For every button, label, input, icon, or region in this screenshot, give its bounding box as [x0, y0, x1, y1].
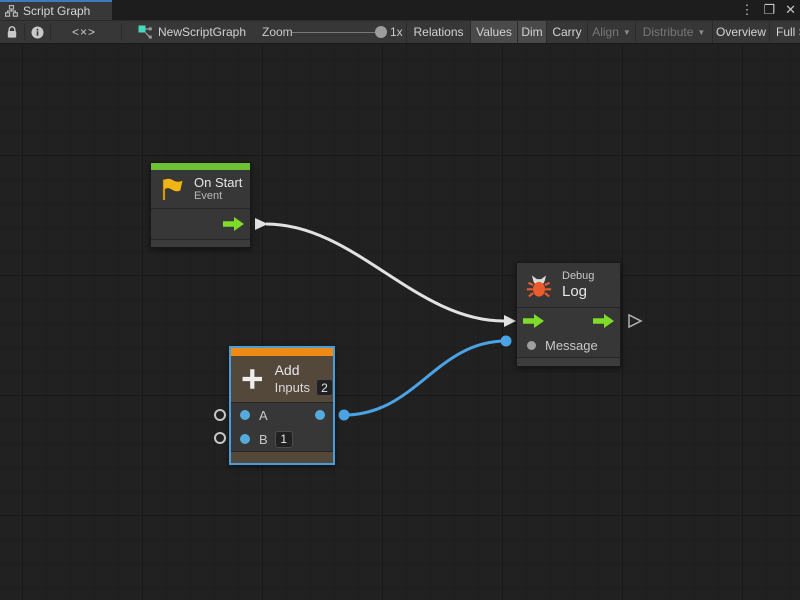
toolbar-button-overview[interactable]: Overview — [712, 21, 769, 43]
flag-icon — [159, 177, 185, 202]
node-title: On Start — [194, 175, 242, 190]
toolbar-button-distribute[interactable]: Distribute ▼ — [635, 21, 712, 43]
event-color-bar — [151, 163, 250, 170]
node-footer — [517, 357, 620, 366]
graph-canvas[interactable]: On Start Event Debug Log — [0, 44, 800, 600]
node-surtitle: Debug — [562, 270, 594, 283]
node-debug-log[interactable]: Debug Log Message — [516, 262, 621, 367]
info-icon — [31, 26, 44, 39]
port-b-label: B — [259, 432, 268, 447]
node-footer — [231, 451, 333, 463]
lock-button[interactable] — [6, 21, 18, 43]
flow-output-port[interactable] — [223, 217, 244, 231]
node-footer — [151, 239, 250, 247]
flow-input-port[interactable] — [523, 314, 544, 328]
input-b-drop-target-icon[interactable] — [214, 432, 226, 444]
node-subtitle: Event — [194, 190, 242, 203]
script-graph-asset-icon — [138, 25, 152, 39]
inputs-count-field[interactable]: 2 — [316, 379, 333, 396]
graph-asset-selector[interactable]: NewScriptGraph — [138, 21, 246, 43]
toolbar-button-fullscreen[interactable]: Full S — [769, 21, 800, 43]
title-bar: Script Graph ⋮ ❐ ✕ — [0, 0, 800, 20]
tab-title: Script Graph — [23, 4, 90, 18]
chevron-down-icon: ▼ — [697, 28, 705, 37]
wire-add-to-message[interactable] — [339, 336, 512, 421]
node-title: Add — [275, 362, 333, 379]
control-output-row — [151, 208, 250, 239]
math-color-bar — [231, 348, 333, 356]
graph-window-icon — [5, 5, 18, 17]
node-on-start[interactable]: On Start Event — [150, 162, 251, 248]
wire-onstart-to-debuglog[interactable] — [255, 218, 516, 327]
window-close-icon[interactable]: ✕ — [785, 0, 796, 20]
zoom-label: Zoom — [262, 21, 293, 43]
port-b-value-field[interactable]: 1 — [275, 431, 293, 448]
window-maximize-icon[interactable]: ❐ — [763, 0, 775, 20]
window-menu-icon[interactable]: ⋮ — [740, 0, 753, 20]
output-port-sum[interactable] — [315, 410, 325, 420]
wire-layer — [0, 44, 800, 600]
port-a-label: A — [259, 408, 268, 423]
input-a-drop-target-icon[interactable] — [214, 409, 226, 421]
input-port-b[interactable] — [240, 434, 250, 444]
graph-name-label: NewScriptGraph — [158, 25, 246, 39]
message-port-label: Message — [545, 338, 598, 353]
debug-output-target-triangle-icon[interactable] — [629, 315, 641, 327]
graph-toolbar: <×> NewScriptGraph Zoom 1x Relations Val… — [0, 20, 800, 44]
message-input-port[interactable] — [527, 341, 536, 350]
control-flow-row — [517, 307, 620, 334]
tab-script-graph[interactable]: Script Graph — [0, 0, 112, 20]
toolbar-button-align[interactable]: Align ▼ — [587, 21, 635, 43]
input-port-a[interactable] — [240, 410, 250, 420]
zoom-slider-handle[interactable] — [375, 26, 387, 38]
toolbar-button-carry[interactable]: Carry — [546, 21, 587, 43]
port-row-a: A — [231, 403, 333, 427]
inputs-label: Inputs — [275, 381, 310, 394]
zoom-value: 1x — [390, 21, 403, 43]
flow-output-port[interactable] — [593, 314, 614, 328]
node-title: Log — [562, 283, 594, 300]
toolbar-button-values[interactable]: Values — [470, 21, 517, 43]
info-button[interactable] — [31, 21, 44, 43]
node-add[interactable]: Add Inputs 2 A B 1 — [229, 346, 335, 465]
chevron-down-icon: ▼ — [623, 28, 631, 37]
toolbar-button-relations[interactable]: Relations — [406, 21, 470, 43]
message-input-row: Message — [517, 334, 620, 357]
zoom-slider-track[interactable] — [292, 32, 384, 33]
port-row-b: B 1 — [231, 427, 333, 451]
edit-graph-button[interactable]: <×> — [72, 21, 96, 43]
bug-icon — [526, 272, 552, 299]
toolbar-button-dim[interactable]: Dim — [517, 21, 546, 43]
lock-icon — [6, 26, 18, 39]
plus-icon — [239, 364, 266, 394]
code-icon: <×> — [72, 25, 96, 39]
